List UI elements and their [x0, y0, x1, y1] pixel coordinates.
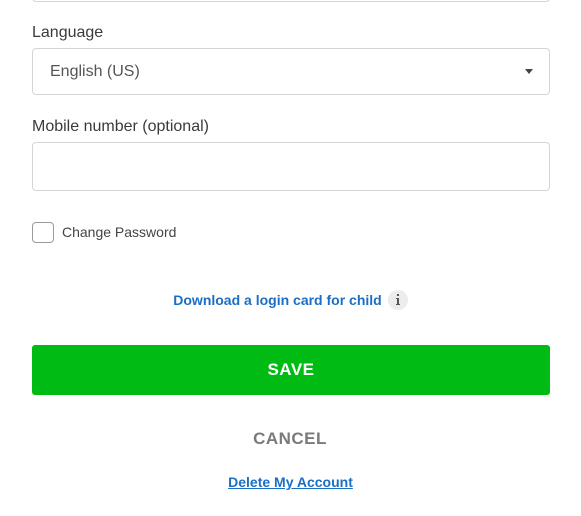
cancel-button[interactable]: CANCEL — [190, 425, 390, 453]
mobile-number-label: Mobile number (optional) — [32, 118, 209, 135]
download-login-card-link[interactable]: Download a login card for child — [173, 292, 381, 308]
change-password-label[interactable]: Change Password — [62, 224, 176, 240]
change-password-checkbox[interactable] — [32, 222, 54, 243]
language-select[interactable]: English (US) — [32, 48, 550, 95]
delete-account-row: Delete My Account — [0, 474, 581, 490]
mobile-number-input[interactable] — [32, 142, 550, 191]
language-selected-value: English (US) — [50, 63, 140, 80]
login-card-row: Download a login card for child — [0, 290, 581, 310]
previous-field-bottom-edge[interactable] — [32, 0, 550, 2]
caret-down-icon — [525, 69, 533, 74]
language-label: Language — [32, 24, 104, 41]
delete-account-link[interactable]: Delete My Account — [228, 474, 353, 490]
save-button[interactable]: SAVE — [32, 345, 550, 395]
info-icon[interactable] — [387, 290, 408, 310]
